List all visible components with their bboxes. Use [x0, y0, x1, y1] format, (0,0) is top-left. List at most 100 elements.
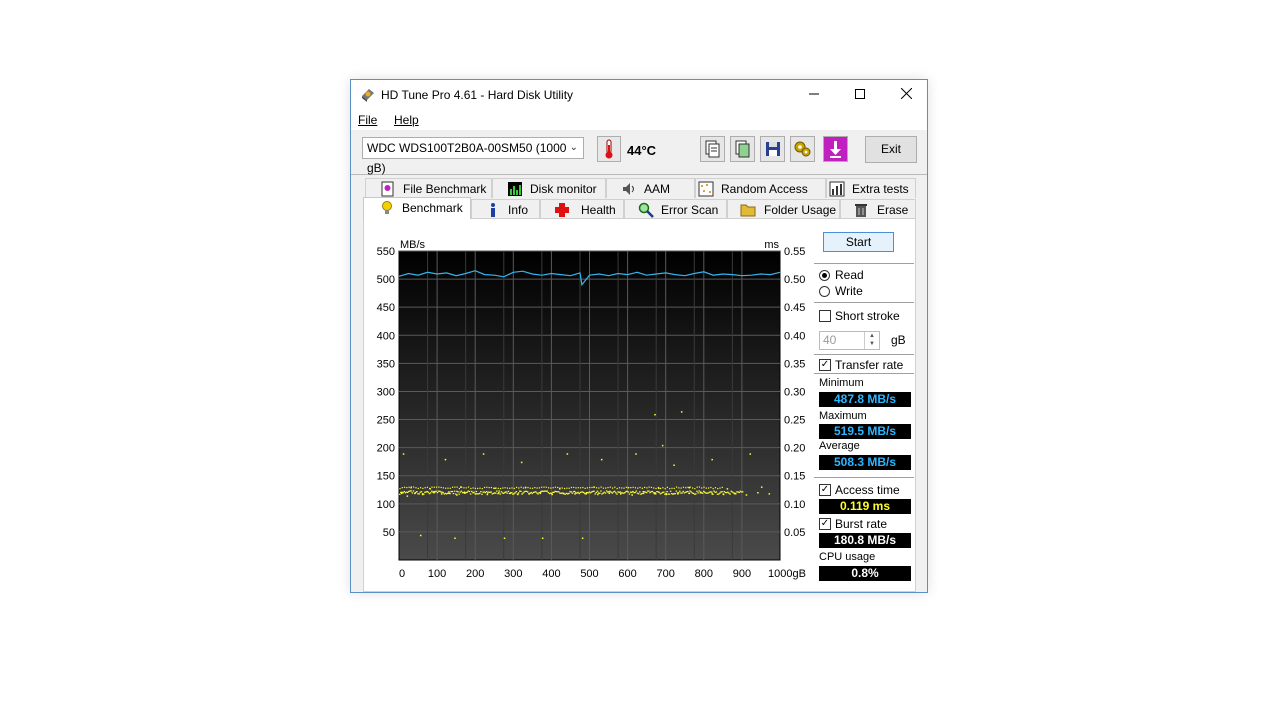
- drive-select[interactable]: WDC WDS100T2B0A-00SM50 (1000 gB) ⌄: [362, 137, 584, 175]
- exit-button[interactable]: Exit: [865, 136, 917, 163]
- temperature-button[interactable]: [597, 136, 621, 162]
- short-stroke-checkbox[interactable]: [819, 310, 831, 322]
- access-time-point: [624, 492, 626, 494]
- access-time-point: [455, 493, 457, 495]
- tab-info[interactable]: Info: [471, 199, 540, 219]
- tab-extra-tests[interactable]: Extra tests: [826, 178, 916, 198]
- tab-disk-monitor[interactable]: Disk monitor: [492, 178, 606, 198]
- tab-health[interactable]: Health: [540, 199, 624, 219]
- access-time-point: [696, 490, 698, 492]
- download-button[interactable]: [823, 136, 848, 162]
- access-time-point: [646, 487, 648, 489]
- copy-screenshot-button[interactable]: [730, 136, 755, 162]
- write-radio[interactable]: [819, 286, 830, 297]
- x-tick-label: 300: [504, 568, 522, 580]
- access-time-point: [688, 492, 690, 495]
- access-time-point: [721, 486, 723, 488]
- transfer-rate-checkbox[interactable]: ✓: [819, 359, 831, 371]
- divider: [814, 477, 914, 478]
- access-time-point: [417, 487, 419, 490]
- access-time-point: [613, 490, 616, 492]
- read-radio[interactable]: [819, 270, 830, 281]
- access-time-point: [413, 486, 415, 488]
- access-time-point: [463, 487, 465, 489]
- extra-tests-icon: [829, 181, 845, 197]
- access-time-point: [552, 487, 554, 489]
- burst-rate-checkbox[interactable]: ✓: [819, 518, 831, 530]
- tab-folder-usage[interactable]: Folder Usage: [727, 199, 840, 219]
- access-time-point: [504, 487, 506, 489]
- copy-text-button[interactable]: [700, 136, 725, 162]
- tab-random-access[interactable]: Random Access: [695, 178, 826, 198]
- access-time-point: [539, 492, 542, 495]
- hdd-app-icon: [362, 89, 374, 102]
- tab-aam[interactable]: AAM: [606, 178, 695, 198]
- minimize-button[interactable]: [791, 80, 837, 110]
- options-button[interactable]: [790, 136, 815, 162]
- maximize-icon: [855, 89, 865, 99]
- access-time-point: [474, 493, 476, 495]
- access-time-point: [490, 486, 493, 489]
- access-time-point: [506, 492, 508, 494]
- tab-benchmark[interactable]: Benchmark: [363, 197, 471, 219]
- access-time-point: [658, 491, 660, 493]
- tab-file-benchmark[interactable]: File Benchmark: [365, 178, 492, 198]
- x-tick-label: 500: [580, 568, 598, 580]
- menu-help[interactable]: Help: [394, 113, 419, 127]
- access-time-point: [712, 493, 714, 495]
- access-time-point: [538, 487, 541, 489]
- access-time-point: [451, 486, 454, 488]
- access-time-point: [625, 486, 627, 488]
- access-time-point: [458, 493, 460, 495]
- access-time-point: [598, 487, 600, 489]
- access-time-point: [637, 487, 639, 489]
- access-time-point: [650, 486, 653, 488]
- access-time-point: [453, 490, 456, 492]
- access-time-point: [577, 491, 579, 493]
- burst-rate-label: Burst rate: [835, 517, 888, 531]
- access-time-point: [643, 486, 646, 488]
- short-stroke-value: 40: [823, 333, 837, 347]
- access-time-point: [477, 487, 479, 490]
- trash-icon: [855, 204, 867, 217]
- access-time-checkbox[interactable]: ✓: [819, 484, 831, 496]
- app-window: HD Tune Pro 4.61 - Hard Disk Utility Fil…: [350, 79, 928, 593]
- short-stroke-spinner[interactable]: 40 ▲ ▼: [819, 331, 880, 350]
- access-time-point: [474, 487, 477, 490]
- speaker-icon: [623, 183, 634, 195]
- access-time-point: [570, 491, 572, 493]
- access-time-point: [543, 486, 545, 488]
- spinner-arrows-icon[interactable]: ▲ ▼: [864, 332, 879, 349]
- access-time-point: [442, 492, 444, 494]
- access-time-point: [507, 490, 510, 492]
- read-label: Read: [835, 268, 864, 282]
- access-time-point: [573, 486, 575, 489]
- access-time-point: [641, 492, 643, 495]
- start-button[interactable]: Start: [823, 232, 894, 252]
- access-time-point: [623, 487, 625, 489]
- access-time-point: [595, 487, 598, 489]
- access-time-point: [406, 487, 408, 489]
- access-time-point: [419, 487, 422, 489]
- tab-error-scan[interactable]: Error Scan: [624, 199, 727, 219]
- menu-file[interactable]: File: [358, 113, 377, 127]
- save-button[interactable]: [760, 136, 785, 162]
- maximize-button[interactable]: [837, 80, 883, 110]
- average-value: 508.3 MB/s: [819, 455, 911, 470]
- access-time-point: [574, 493, 576, 495]
- access-time-point: [531, 492, 534, 495]
- access-time-point: [486, 486, 488, 488]
- cpu-usage-label: CPU usage: [819, 551, 876, 563]
- magnifier-icon: [638, 202, 654, 218]
- access-time-point: [577, 487, 579, 489]
- divider: [814, 373, 914, 374]
- access-time-point: [571, 492, 574, 494]
- access-time-point: [621, 487, 623, 489]
- access-time-point: [410, 490, 412, 492]
- tab-label: Error Scan: [661, 203, 719, 217]
- tab-erase[interactable]: Erase: [840, 199, 916, 219]
- average-label: Average: [819, 440, 860, 452]
- access-time-point: [403, 486, 406, 488]
- close-button[interactable]: [883, 80, 929, 110]
- access-time-point: [500, 491, 503, 493]
